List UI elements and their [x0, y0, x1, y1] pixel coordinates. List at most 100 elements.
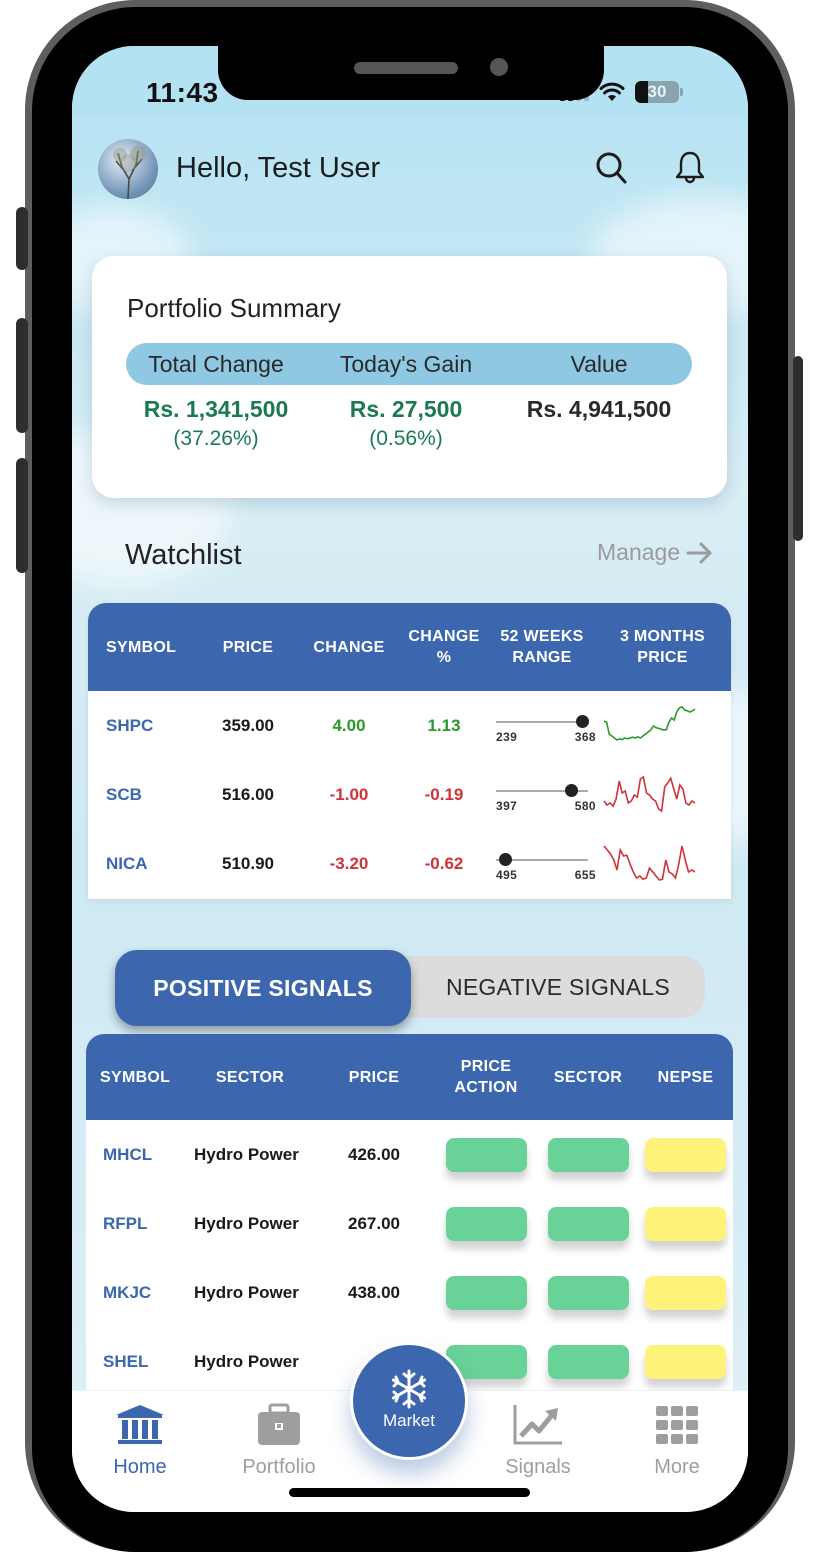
symbol[interactable]: SCB — [88, 785, 196, 805]
sector: Hydro Power — [194, 1282, 299, 1302]
watchlist-row[interactable]: SCB 516.00 -1.00 -0.19 397 580 — [88, 760, 731, 829]
volume-down-button — [16, 458, 28, 573]
portfolio-summary-header: Total Change Today's Gain Value — [126, 343, 692, 385]
change-percent: -0.19 — [424, 784, 464, 804]
battery-tip — [680, 88, 683, 96]
notch — [218, 46, 604, 100]
range-high: 368 — [574, 729, 596, 744]
nav-portfolio[interactable]: Portfolio — [229, 1403, 329, 1479]
col-symbol[interactable]: SYMBOL — [88, 637, 196, 658]
total-change: Rs. 1,341,500 (37.26%) — [126, 396, 306, 451]
col-price-action[interactable]: PRICE ACTION — [434, 1056, 538, 1098]
portfolio-summary-title: Portfolio Summary — [127, 293, 341, 323]
nav-home-label: Home — [113, 1456, 167, 1478]
watchlist-row[interactable]: SHPC 359.00 4.00 1.13 239 368 — [88, 691, 731, 760]
nepse-indicator — [645, 1275, 726, 1310]
manage-watchlist-link[interactable]: Manage — [597, 539, 714, 566]
range-high: 655 — [574, 867, 596, 882]
tab-negative-signals[interactable]: NEGATIVE SIGNALS — [411, 956, 705, 1018]
symbol[interactable]: MKJC — [86, 1283, 186, 1303]
sparkline-cell — [594, 841, 731, 887]
nav-more[interactable]: More — [627, 1403, 727, 1479]
change: -3.20 — [329, 853, 369, 873]
chart-trend-icon — [513, 1405, 562, 1445]
todays-gain-percent: (0.56%) — [369, 427, 443, 450]
wifi-icon — [599, 82, 625, 101]
manage-label: Manage — [597, 539, 681, 565]
power-button — [793, 356, 803, 541]
nepse-indicator — [645, 1206, 726, 1241]
briefcase-icon — [258, 1403, 300, 1445]
nav-more-label: More — [654, 1456, 700, 1478]
range-low: 397 — [496, 798, 518, 813]
col-symbol[interactable]: SYMBOL — [86, 1067, 186, 1088]
col-52-weeks-range[interactable]: 52 WEEKS RANGE — [490, 626, 594, 668]
price: 510.90 — [222, 853, 274, 873]
symbol[interactable]: NICA — [88, 854, 196, 874]
sparkline-3-months — [603, 844, 696, 881]
price: 438.00 — [348, 1282, 400, 1302]
bell-icon[interactable] — [670, 148, 710, 188]
range-track — [496, 720, 588, 723]
nav-market-button[interactable]: Market — [350, 1342, 468, 1460]
watchlist-title: Watchlist — [125, 539, 242, 571]
home-indicator[interactable] — [289, 1488, 530, 1497]
signal-row[interactable]: MHCL Hydro Power 426.00 — [86, 1120, 733, 1189]
nepse-indicator — [645, 1137, 726, 1172]
todays-gain-amount: Rs. 27,500 — [349, 396, 463, 422]
price: 359.00 — [222, 715, 274, 735]
signal-row[interactable]: RFPL Hydro Power 267.00 — [86, 1189, 733, 1258]
symbol[interactable]: RFPL — [86, 1214, 186, 1234]
todays-gain: Rs. 27,500 (0.56%) — [306, 396, 506, 451]
symbol[interactable]: SHPC — [88, 716, 196, 736]
sector: Hydro Power — [194, 1144, 299, 1164]
symbol[interactable]: SHEL — [86, 1352, 186, 1372]
price-action-indicator — [445, 1275, 527, 1310]
col-price[interactable]: PRICE — [314, 1067, 434, 1088]
sparkline-cell — [594, 772, 731, 818]
range-low: 495 — [496, 867, 518, 882]
col-nepse[interactable]: NEPSE — [638, 1067, 733, 1088]
avatar[interactable] — [98, 139, 158, 199]
sparkline-path — [603, 775, 696, 812]
sector-indicator — [547, 1206, 629, 1241]
search-icon[interactable] — [592, 148, 632, 188]
nav-market-label: Market — [383, 1411, 435, 1430]
watchlist-row[interactable]: NICA 510.90 -3.20 -0.62 495 655 — [88, 829, 731, 898]
status-time: 11:43 — [146, 77, 219, 108]
nav-signals[interactable]: Signals — [488, 1403, 588, 1479]
signal-row[interactable]: MKJC Hydro Power 438.00 — [86, 1258, 733, 1327]
greeting-text: Hello, Test User — [176, 152, 381, 184]
sparkline-3-months — [603, 705, 696, 741]
sector: Hydro Power — [194, 1213, 299, 1233]
sparkline-path — [603, 705, 696, 741]
nav-home[interactable]: Home — [90, 1403, 190, 1479]
portfolio-value: Rs. 4,941,500 — [506, 396, 692, 451]
bank-icon — [116, 1405, 164, 1444]
col-change[interactable]: CHANGE — [300, 637, 398, 658]
portfolio-summary-card[interactable]: Portfolio Summary Total Change Today's G… — [92, 256, 727, 498]
app-screen: 11:43 30 Hello, Test User Portfolio Summ… — [72, 46, 748, 1512]
sparkline-path — [603, 844, 696, 881]
col-sector-signal[interactable]: SECTOR — [538, 1067, 638, 1088]
range-knob — [565, 783, 579, 797]
price-action-indicator — [445, 1206, 527, 1241]
symbol[interactable]: MHCL — [86, 1145, 186, 1165]
watchlist-table: SYMBOL PRICE CHANGE CHANGE% 52 WEEKS RANG… — [88, 603, 731, 899]
52-week-range: 397 580 — [490, 777, 596, 813]
col-3-months-price[interactable]: 3 MONTHS PRICE — [594, 626, 731, 668]
portfolio-summary-values: Rs. 1,341,500 (37.26%) Rs. 27,500 (0.56%… — [126, 396, 692, 451]
speaker — [354, 62, 458, 74]
arrow-right-icon — [686, 542, 712, 563]
col-sector[interactable]: SECTOR — [186, 1067, 314, 1088]
snowflake-icon — [391, 1369, 427, 1409]
tree-photo — [113, 146, 146, 199]
col-change-percent[interactable]: CHANGE% — [398, 626, 490, 668]
sector-indicator — [547, 1344, 629, 1379]
col-price[interactable]: PRICE — [196, 637, 300, 658]
tab-positive-signals[interactable]: POSITIVE SIGNALS — [115, 950, 411, 1026]
sparkline-3-months — [603, 775, 696, 812]
header-total-change: Total Change — [148, 350, 284, 377]
camera — [490, 58, 508, 76]
price: 516.00 — [222, 784, 274, 804]
